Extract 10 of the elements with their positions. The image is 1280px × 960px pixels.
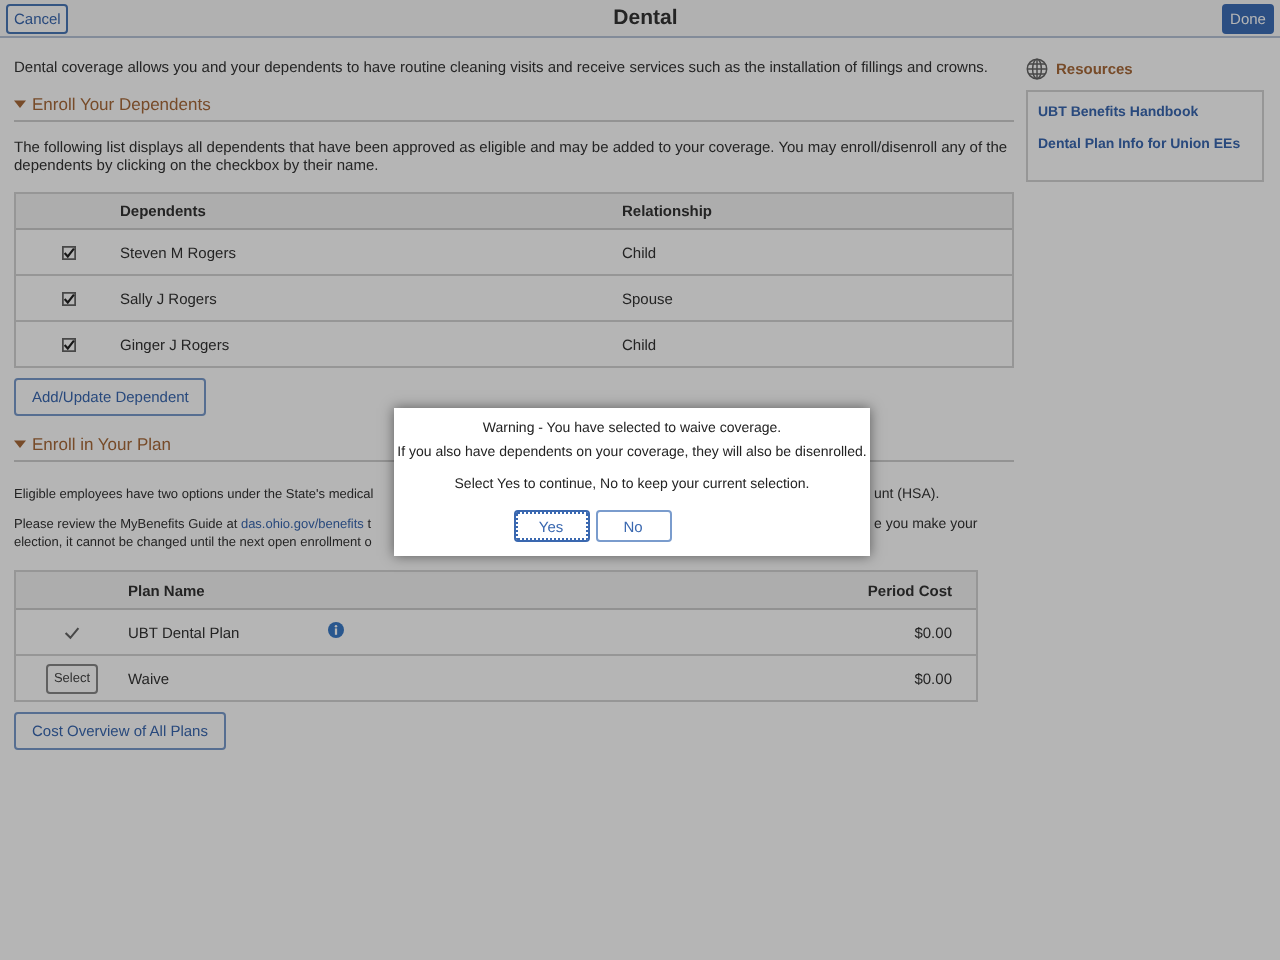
section-title: Enroll in Your Plan	[32, 434, 171, 454]
collapse-icon[interactable]	[14, 99, 26, 109]
globe-icon	[1026, 58, 1048, 80]
info-icon[interactable]	[328, 622, 344, 638]
page-title: Dental	[613, 6, 678, 30]
checkbox[interactable]	[61, 337, 75, 351]
collapse-icon[interactable]	[14, 439, 26, 449]
checkbox[interactable]	[61, 291, 75, 305]
section-title: Enroll Your Dependents	[32, 94, 211, 114]
checkbox[interactable]	[61, 245, 75, 259]
